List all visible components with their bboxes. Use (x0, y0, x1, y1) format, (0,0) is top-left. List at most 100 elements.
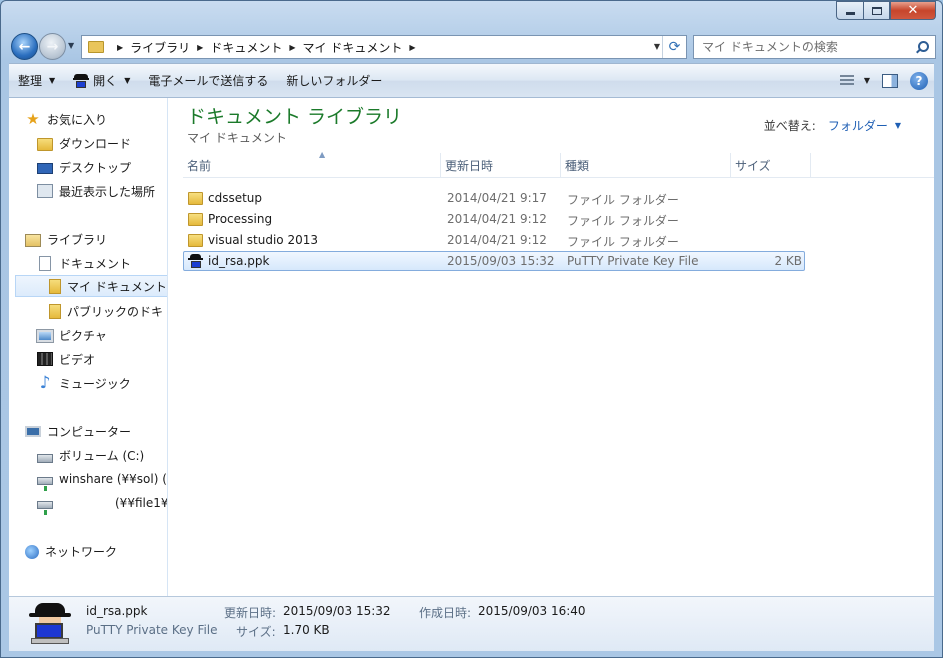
network-icon (25, 544, 39, 559)
help-icon[interactable]: ? (910, 71, 928, 90)
recent-pages-dropdown[interactable]: ▼ (68, 41, 74, 50)
address-bar[interactable]: ▶ ライブラリ ▶ ドキュメント ▶ マイ ドキュメント ▶ ▼ ⟳ (81, 35, 687, 59)
breadcrumb-documents[interactable]: ドキュメント (210, 39, 282, 56)
command-bar: 整理 ▼ 開く ▼ 電子メールで送信する 新しいフォルダー ▼ ? (9, 63, 934, 98)
nav-item-public-documents[interactable]: パブリックのドキ (49, 300, 163, 322)
column-size[interactable]: サイズ (731, 153, 811, 177)
nav-item-pictures[interactable]: ピクチャ (36, 324, 107, 346)
breadcrumb-libraries[interactable]: ライブラリ (130, 39, 190, 56)
address-row: ← → ▼ ▶ ライブラリ ▶ ドキュメント ▶ マイ ドキュメント ▶ ▼ ⟳ (9, 31, 936, 63)
nav-item-libraries[interactable]: ライブラリ (25, 228, 107, 250)
open-button[interactable]: 開く ▼ (64, 64, 139, 97)
column-name[interactable]: 名前 (183, 153, 441, 177)
refresh-button[interactable]: ⟳ (662, 36, 686, 58)
nav-label: ドキュメント (59, 256, 132, 271)
change-view-button[interactable]: ▼ (839, 74, 870, 87)
recent-places-icon (37, 184, 53, 198)
nav-item-downloads[interactable]: ダウンロード (37, 132, 131, 154)
organize-button[interactable]: 整理 ▼ (9, 64, 64, 97)
minimize-button[interactable] (836, 1, 863, 20)
explorer-window: ✕ ← → ▼ ▶ ライブラリ ▶ ドキュメント ▶ マイ ドキュメント ▶ ▼… (0, 0, 943, 658)
file-name: Processing (208, 212, 273, 226)
breadcrumb-separator-icon[interactable]: ▶ (117, 43, 123, 52)
folder-icon (188, 234, 203, 247)
preview-pane-icon[interactable] (882, 73, 898, 88)
new-folder-label: 新しいフォルダー (286, 74, 383, 88)
nav-item-desktop[interactable]: デスクトップ (37, 156, 131, 178)
file-list-pane: ドキュメント ライブラリ マイ ドキュメント 並べ替え: フォルダー ▼ ▲ 名… (169, 98, 934, 596)
details-pane: id_rsa.ppk PuTTY Private Key File 更新日時: … (9, 596, 934, 651)
file-row-selected[interactable]: id_rsa.ppk 2015/09/03 15:32 PuTTY Privat… (183, 251, 805, 271)
nav-label: お気に入り (47, 112, 108, 127)
column-type[interactable]: 種類 (561, 153, 731, 177)
pictures-icon (36, 329, 54, 343)
nav-item-volume-c[interactable]: ボリューム (C:) (37, 444, 144, 466)
back-button[interactable]: ← (11, 33, 38, 60)
nav-item-videos[interactable]: ビデオ (37, 348, 95, 370)
navigation-pane[interactable]: ★ お気に入り ダウンロード デスクトップ 最近表示した場所 ライブラリ ドキュメ… (9, 98, 168, 596)
putty-key-icon (73, 73, 90, 89)
file-type: ファイル フォルダー (567, 193, 679, 207)
breadcrumb-separator-icon[interactable]: ▶ (197, 43, 203, 52)
file-row[interactable]: visual studio 2013 2014/04/21 9:12 ファイル … (183, 230, 805, 250)
chevron-down-icon[interactable]: ▼ (895, 121, 901, 130)
arrange-by-dropdown[interactable]: フォルダー (828, 117, 888, 134)
network-drive-icon (37, 500, 53, 515)
refresh-icon: ⟳ (668, 39, 681, 55)
nav-item-winshare[interactable]: winshare (¥¥sol) ( (37, 468, 167, 491)
chevron-down-icon: ▼ (49, 76, 56, 85)
nav-item-recent-places[interactable]: 最近表示した場所 (37, 180, 155, 202)
file-name: cdssetup (208, 191, 263, 205)
nav-item-network[interactable]: ネットワーク (25, 540, 117, 562)
nav-label: ミュージック (59, 376, 131, 391)
details-file-type: PuTTY Private Key File (86, 623, 218, 637)
caption-buttons: ✕ (836, 1, 936, 20)
file-row[interactable]: Processing 2014/04/21 9:12 ファイル フォルダー (183, 209, 805, 229)
maximize-button[interactable] (863, 1, 890, 20)
search-icon[interactable] (913, 38, 931, 56)
file-name: visual studio 2013 (208, 233, 319, 247)
nav-label: ダウンロード (59, 136, 132, 151)
file-row[interactable]: cdssetup 2014/04/21 9:17 ファイル フォルダー (183, 188, 805, 208)
minimize-icon (845, 12, 855, 15)
details-view-icon (839, 74, 854, 87)
nav-item-file1[interactable]: (¥¥file1¥ (37, 492, 167, 515)
computer-icon (25, 426, 41, 437)
nav-item-documents[interactable]: ドキュメント (37, 252, 131, 274)
breadcrumb-my-documents[interactable]: マイ ドキュメント (303, 39, 403, 56)
chevron-down-icon: ▼ (124, 76, 131, 85)
nav-item-computer[interactable]: コンピューター (25, 420, 131, 442)
organize-label: 整理 (18, 74, 43, 88)
breadcrumb-separator-icon[interactable]: ▶ (409, 43, 415, 52)
address-dropdown-icon[interactable]: ▼ (654, 42, 660, 51)
maximize-icon (871, 6, 882, 15)
search-box[interactable] (693, 35, 936, 59)
email-button[interactable]: 電子メールで送信する (139, 64, 277, 97)
folder-icon (188, 192, 203, 205)
video-icon (37, 352, 53, 366)
forward-button[interactable]: → (39, 33, 66, 60)
file-date: 2014/04/21 9:12 (447, 212, 547, 226)
file-date: 2014/04/21 9:17 (447, 191, 547, 205)
downloads-folder-icon (37, 137, 53, 151)
column-date-modified[interactable]: 更新日時 (441, 153, 561, 177)
search-input[interactable] (694, 37, 913, 57)
nav-item-music[interactable]: ♪ ミュージック (37, 372, 131, 394)
star-icon: ★ (26, 110, 40, 128)
nav-label: ライブラリ (47, 232, 108, 247)
close-button[interactable]: ✕ (890, 1, 936, 20)
arrow-right-icon: → (46, 38, 59, 55)
details-created-value: 2015/09/03 16:40 (478, 604, 586, 618)
breadcrumb-separator-icon[interactable]: ▶ (289, 43, 295, 52)
new-folder-button[interactable]: 新しいフォルダー (277, 64, 391, 97)
nav-item-favorites[interactable]: ★ お気に入り (25, 108, 107, 130)
library-subtitle: マイ ドキュメント (187, 131, 287, 145)
nav-item-my-documents[interactable]: マイ ドキュメント (15, 275, 167, 297)
nav-label: パブリックのドキ (67, 304, 164, 319)
nav-label: ネットワーク (45, 544, 118, 559)
folder-icon (188, 213, 203, 226)
toolbar-right: ▼ ? (839, 64, 928, 97)
arrange-by: 並べ替え: フォルダー ▼ (764, 117, 901, 134)
nav-label: winshare (¥¥sol) ( (59, 472, 167, 486)
details-modified-label: 更新日時: (224, 606, 277, 620)
